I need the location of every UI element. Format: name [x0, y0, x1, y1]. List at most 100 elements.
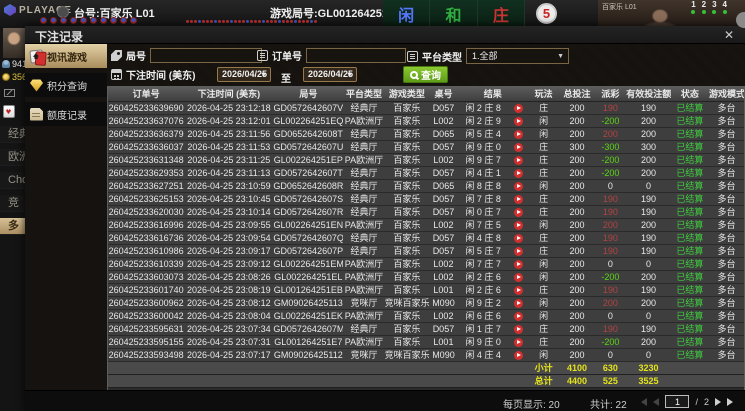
replay-video-icon[interactable]	[513, 246, 523, 256]
table-row[interactable]: 260425233595155 2026-04-25 23:07:31 GL0012…	[108, 334, 744, 349]
cell-payout: 190	[594, 321, 627, 336]
cell-platform: PA欧洲厅	[343, 334, 385, 349]
search-icon	[410, 70, 418, 79]
replay-video-icon[interactable]	[513, 155, 523, 165]
roadmap-dot-icon	[186, 20, 189, 23]
table-row[interactable]: 260425233637076 2026-04-25 23:12:01 GL0022…	[108, 113, 744, 128]
table-row[interactable]: 260425233601740 2026-04-25 23:08:19 GL0012…	[108, 282, 744, 297]
table-row[interactable]: 260425233595631 2026-04-25 23:07:34 GD0572…	[108, 321, 744, 336]
next-page-icon[interactable]	[715, 397, 721, 406]
table-row[interactable]: 260425233603073 2026-04-25 23:08:26 GL0022…	[108, 269, 744, 284]
replay-video-icon[interactable]	[513, 220, 523, 230]
menu-item-额度记录[interactable]: 额度记录	[25, 102, 107, 126]
cell-order: 260425233616736	[108, 230, 185, 245]
prev-page-icon[interactable]	[653, 397, 660, 406]
cell-table: D057	[429, 321, 458, 336]
cell-status: 已结算	[670, 139, 709, 154]
platform-select[interactable]: 1.全部	[466, 48, 569, 64]
replay-video-icon[interactable]	[513, 103, 523, 113]
cell-payout: 190	[594, 282, 627, 297]
replay-video-icon[interactable]	[513, 233, 523, 243]
bet-option-和[interactable]: 和	[430, 0, 478, 27]
table-row[interactable]: 260425233629353 2026-04-25 23:11:13 GD0572…	[108, 165, 744, 180]
chip-icon	[120, 17, 127, 24]
table-row[interactable]: 260425233636037 2026-04-25 23:11:53 GD0572…	[108, 139, 744, 154]
menu-item-视讯游戏[interactable]: 视讯游戏	[25, 44, 107, 68]
user-avatar[interactable]	[3, 28, 25, 58]
cell-payout: 200	[594, 295, 627, 310]
cell-order: 260425233636037	[108, 139, 185, 154]
replay-video-icon[interactable]	[513, 116, 523, 126]
replay-video-icon[interactable]	[513, 259, 523, 269]
cell-play: 庄	[527, 282, 560, 297]
table-row[interactable]: 260425233610339 2026-04-25 23:09:12 GL0022…	[108, 256, 744, 271]
cell-status: 已结算	[670, 243, 709, 258]
menu-item-积分查询[interactable]: 积分查询	[25, 73, 107, 97]
roadmap-dot-icon	[206, 20, 209, 23]
cards-icon-small[interactable]	[3, 105, 15, 118]
col-header-10: 派彩	[594, 87, 627, 102]
col-header-2: 下注时间 (美东)	[184, 87, 274, 102]
replay-video-icon[interactable]	[513, 129, 523, 139]
first-page-icon[interactable]	[641, 397, 648, 406]
table-row[interactable]: 260425233639690 2026-04-25 23:12:18 GD0572…	[108, 100, 744, 115]
date-from-picker[interactable]: 2026/04/25	[217, 67, 271, 82]
cell-payout: -300	[594, 139, 627, 154]
table-row[interactable]: 260425233616996 2026-04-25 23:09:55 GL0022…	[108, 217, 744, 232]
replay-video-icon[interactable]	[513, 311, 523, 321]
round-number-input[interactable]	[150, 48, 262, 63]
order-number-input[interactable]	[306, 48, 406, 63]
replay-video-icon[interactable]	[513, 324, 523, 334]
replay-video-icon[interactable]	[513, 194, 523, 204]
bet-option-庄[interactable]: 庄	[478, 0, 525, 27]
cell-round: GL002264251EP	[273, 152, 344, 167]
replay-video-icon[interactable]	[513, 142, 523, 152]
bet-option-闲[interactable]: 闲	[383, 0, 431, 27]
replay-video-icon[interactable]	[513, 350, 523, 360]
seat-number: 4	[722, 0, 727, 9]
date-to-picker[interactable]: 2026/04/25	[303, 67, 357, 82]
cell-payout: 190	[594, 243, 627, 258]
table-row[interactable]: 260425233636379 2026-04-25 23:11:56 GD0652…	[108, 126, 744, 141]
cell-platform: 经典厅	[343, 178, 385, 193]
close-icon[interactable]: ✕	[721, 27, 737, 43]
cell-round: GD0652642608T	[273, 126, 344, 141]
cell-table: D065	[429, 126, 458, 141]
cell-game-type: 百家乐	[384, 256, 430, 271]
cell-replay	[508, 165, 528, 180]
replay-video-icon[interactable]	[513, 168, 523, 178]
cell-replay	[508, 243, 528, 258]
chip-icon	[90, 17, 97, 24]
dealer-video-thumbnail[interactable]: 百家乐 L01 1234	[598, 0, 745, 27]
cell-replay	[508, 230, 528, 245]
replay-video-icon[interactable]	[513, 285, 523, 295]
table-row[interactable]: 260425233610986 2026-04-25 23:09:17 GD0572…	[108, 243, 744, 258]
table-row[interactable]: 260425233593498 2026-04-25 23:07:17 GM0902…	[108, 347, 744, 362]
grand-total-row-label: 总计	[527, 374, 560, 388]
mail-icon[interactable]	[4, 89, 15, 97]
replay-video-icon[interactable]	[513, 272, 523, 282]
cell-result: 闲 9 庄 0	[457, 139, 509, 154]
replay-video-icon[interactable]	[513, 181, 523, 191]
table-row[interactable]: 260425233631348 2026-04-25 23:11:25 GL0022…	[108, 152, 744, 167]
cell-platform: 经典厅	[343, 100, 385, 115]
cell-valid-bet: 190	[626, 191, 671, 206]
cell-mode: 多台	[708, 191, 744, 206]
seat-status-dot	[712, 10, 717, 14]
replay-video-icon[interactable]	[513, 207, 523, 217]
table-row[interactable]: 260425233625153 2026-04-25 23:10:45 GD0572…	[108, 191, 744, 206]
table-row[interactable]: 260425233600042 2026-04-25 23:08:04 GL0022…	[108, 308, 744, 323]
table-row[interactable]: 260425233616736 2026-04-25 23:09:54 GD0572…	[108, 230, 744, 245]
current-page-box[interactable]: 1	[665, 395, 690, 408]
roadmap-dot-icon	[270, 20, 273, 23]
table-row[interactable]: 260425233620030 2026-04-25 23:10:14 GD0572…	[108, 204, 744, 219]
cell-table: D065	[429, 178, 458, 193]
table-row[interactable]: 260425233600962 2026-04-25 23:08:12 GM0902…	[108, 295, 744, 310]
col-header-9: 总投注	[559, 87, 595, 102]
replay-video-icon[interactable]	[513, 337, 523, 347]
table-row[interactable]: 260425233627251 2026-04-25 23:10:59 GD0652…	[108, 178, 744, 193]
search-button[interactable]: 查询	[403, 66, 448, 83]
edge-handle[interactable]	[736, 12, 745, 28]
replay-video-icon[interactable]	[513, 298, 523, 308]
last-page-icon[interactable]	[727, 397, 733, 406]
